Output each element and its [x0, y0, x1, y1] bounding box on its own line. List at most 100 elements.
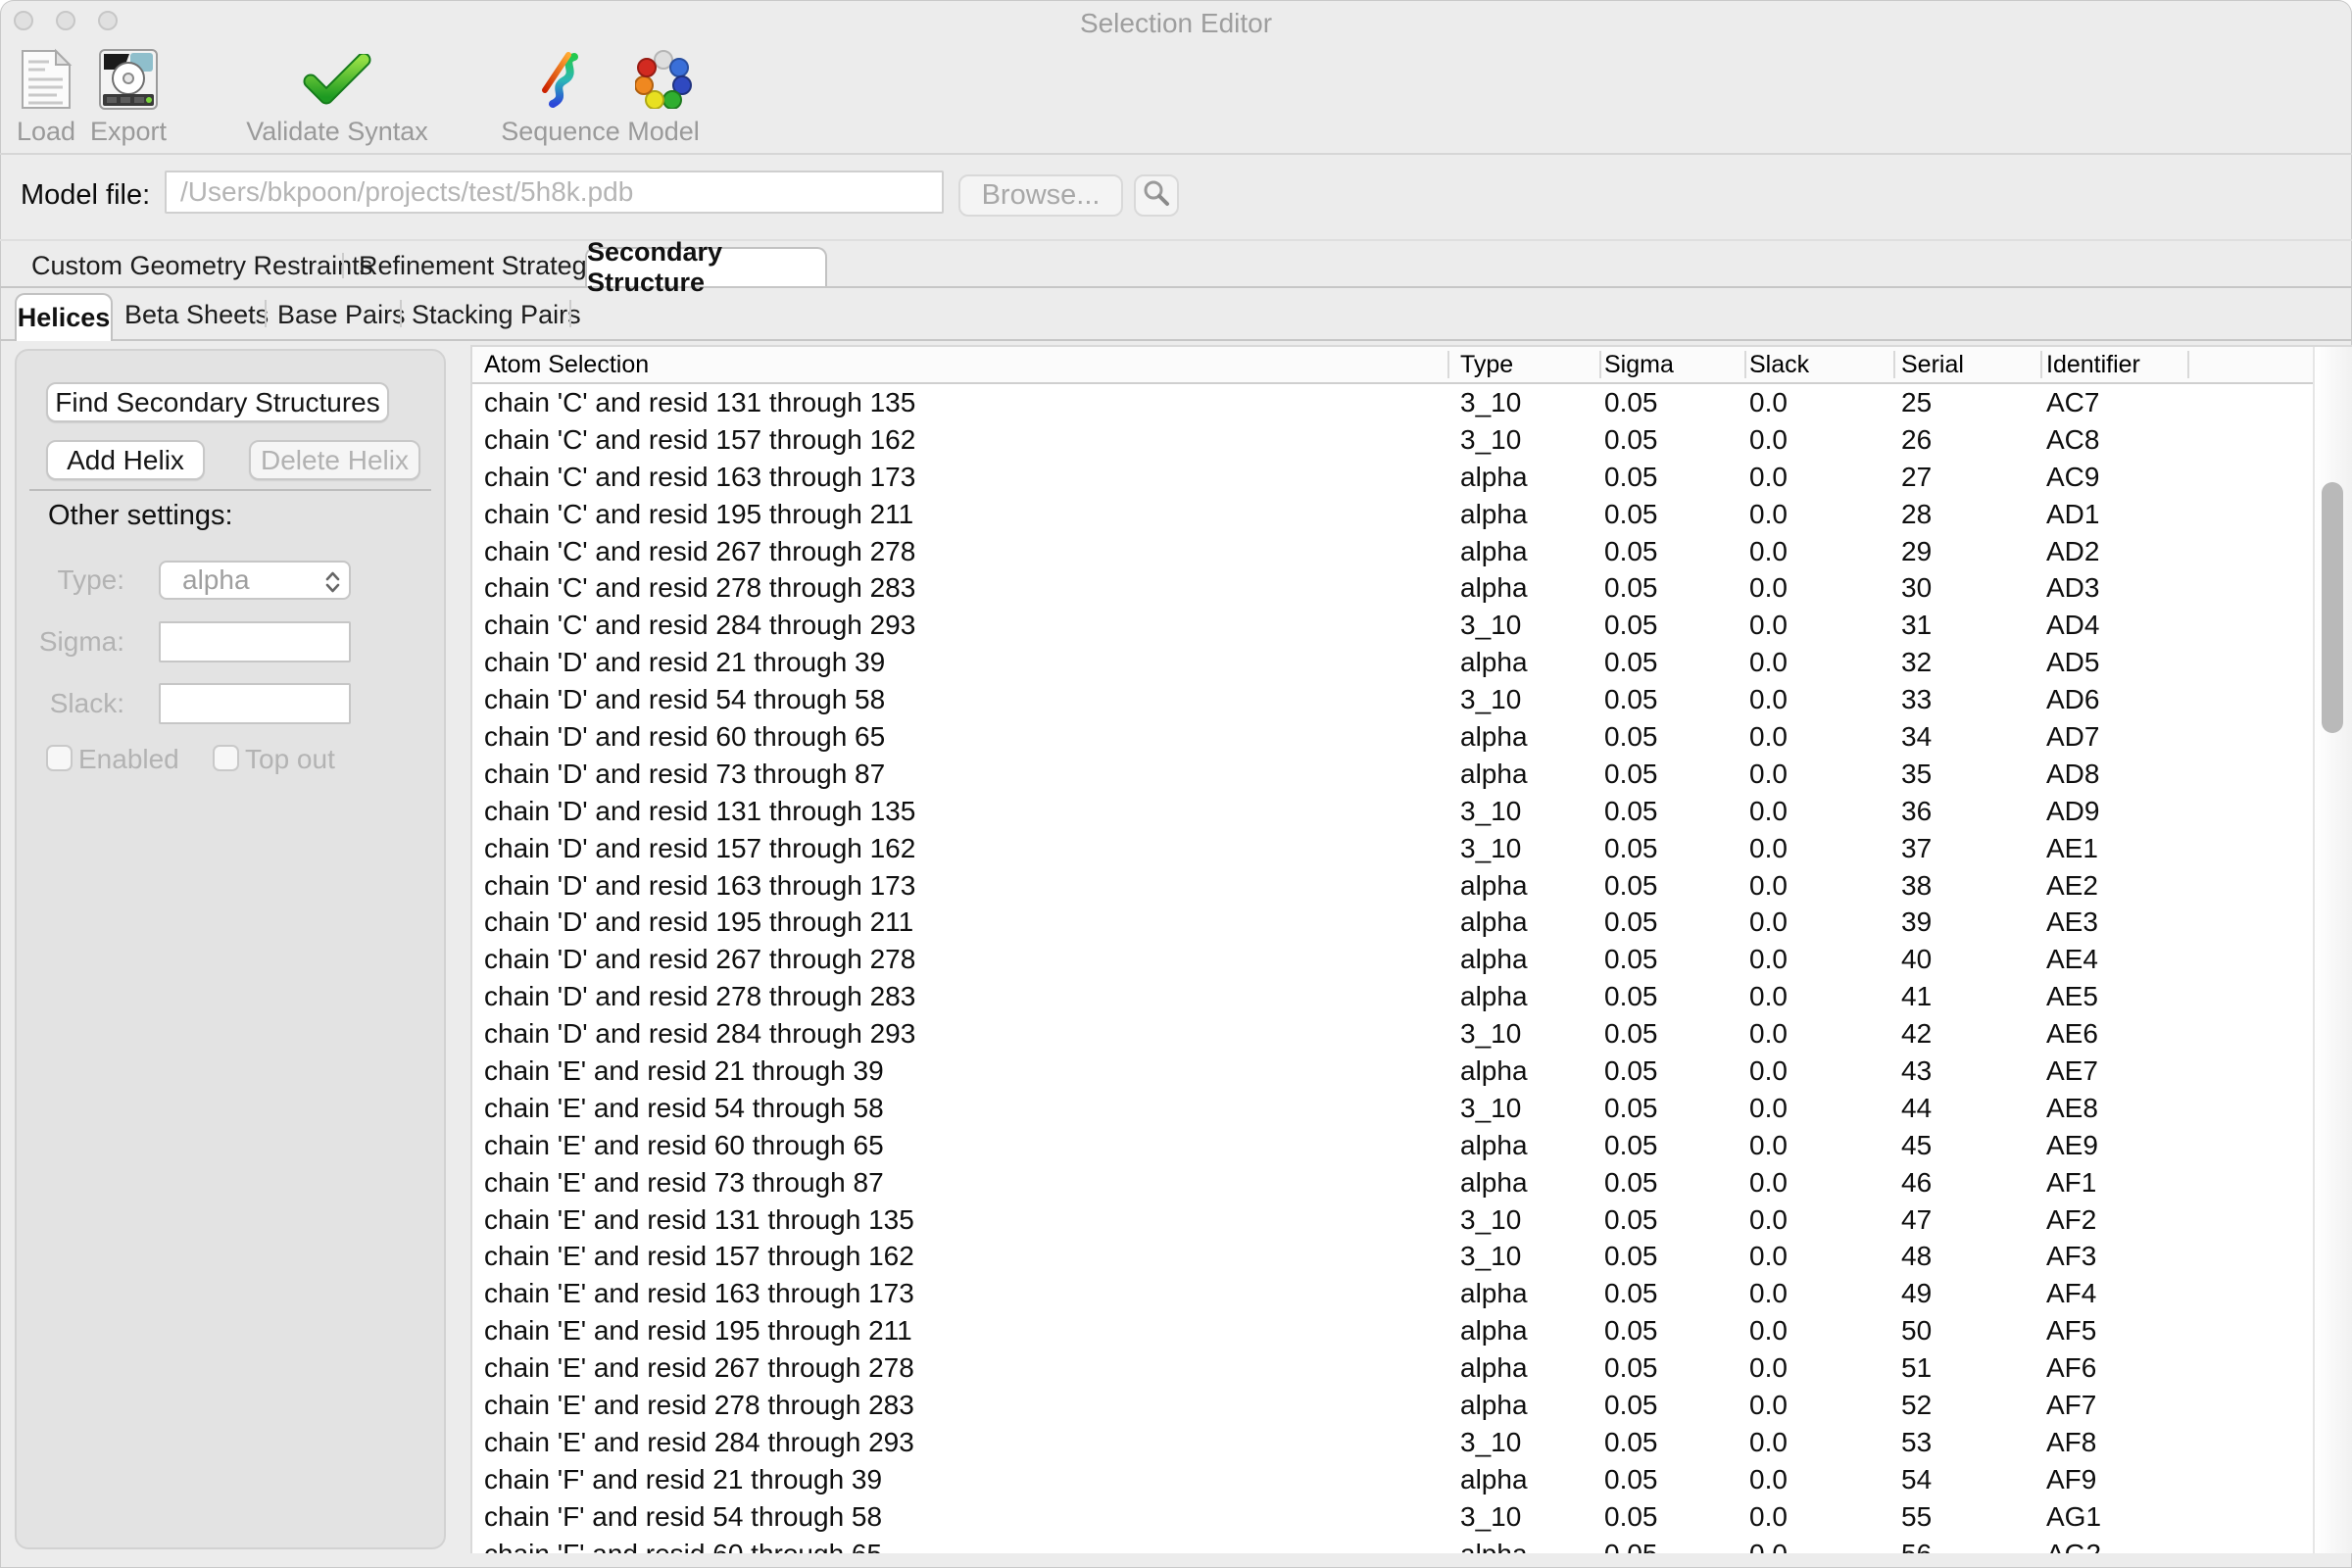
cell-selection: chain 'D' and resid 54 through 58 — [484, 681, 885, 718]
column-divider[interactable] — [1893, 351, 1895, 378]
vertical-scrollbar[interactable] — [2313, 347, 2352, 1553]
tab-custom-geometry-restraints[interactable]: Custom Geometry Restraints — [31, 245, 372, 286]
table-row[interactable]: chain 'D' and resid 278 through 283alpha… — [472, 978, 2313, 1015]
table-row[interactable]: chain 'E' and resid 267 through 278alpha… — [472, 1349, 2313, 1387]
column-divider[interactable] — [1599, 351, 1601, 378]
table-row[interactable]: chain 'E' and resid 60 through 65alpha0.… — [472, 1127, 2313, 1164]
table-row[interactable]: chain 'D' and resid 54 through 583_100.0… — [472, 681, 2313, 718]
model-button[interactable]: Model — [627, 45, 700, 147]
table-row[interactable]: chain 'E' and resid 163 through 173alpha… — [472, 1275, 2313, 1312]
cell-type: alpha — [1460, 756, 1528, 793]
cell-selection: chain 'C' and resid 163 through 173 — [484, 459, 915, 496]
column-header-serial[interactable]: Serial — [1901, 347, 1964, 382]
column-divider[interactable] — [1744, 351, 1746, 378]
subtab-base-pairs[interactable]: Base Pairs — [277, 294, 406, 335]
table-row[interactable]: chain 'E' and resid 21 through 39alpha0.… — [472, 1053, 2313, 1090]
tab-refinement-strategy[interactable]: Refinement Strategy — [359, 245, 600, 286]
table-row[interactable]: chain 'C' and resid 195 through 211alpha… — [472, 496, 2313, 533]
column-header-type[interactable]: Type — [1460, 347, 1513, 382]
column-header-sigma[interactable]: Sigma — [1604, 347, 1674, 382]
cell-serial: 54 — [1901, 1461, 1932, 1498]
subtab-beta-sheets[interactable]: Beta Sheets — [124, 294, 269, 335]
add-helix-label: Add Helix — [67, 445, 184, 476]
table-row[interactable]: chain 'E' and resid 157 through 1623_100… — [472, 1238, 2313, 1275]
cell-identifier: AE9 — [2046, 1127, 2098, 1164]
load-button[interactable]: Load — [16, 45, 76, 147]
export-button[interactable]: Export — [94, 45, 163, 147]
table-row[interactable]: chain 'F' and resid 60 through 65alpha0.… — [472, 1536, 2313, 1553]
cell-type: alpha — [1460, 1536, 1528, 1553]
table-row[interactable]: chain 'D' and resid 163 through 173alpha… — [472, 867, 2313, 905]
column-header-slack[interactable]: Slack — [1749, 347, 1809, 382]
table-row[interactable]: chain 'F' and resid 54 through 583_100.0… — [472, 1498, 2313, 1536]
cell-selection: chain 'D' and resid 278 through 283 — [484, 978, 915, 1015]
table-row[interactable]: chain 'E' and resid 278 through 283alpha… — [472, 1387, 2313, 1424]
cell-sigma: 0.05 — [1604, 1164, 1658, 1201]
cell-sigma: 0.05 — [1604, 1536, 1658, 1553]
subtab-stacking-pairs[interactable]: Stacking Pairs — [412, 294, 581, 335]
cell-serial: 55 — [1901, 1498, 1932, 1536]
table-row[interactable]: chain 'D' and resid 157 through 1623_100… — [472, 830, 2313, 867]
cell-type: 3_10 — [1460, 384, 1521, 421]
cell-identifier: AF7 — [2046, 1387, 2096, 1424]
cell-selection: chain 'E' and resid 267 through 278 — [484, 1349, 914, 1387]
table-row[interactable]: chain 'C' and resid 163 through 173alpha… — [472, 459, 2313, 496]
column-divider[interactable] — [1447, 351, 1449, 378]
scrollbar-thumb[interactable] — [2322, 482, 2343, 733]
table-row[interactable]: chain 'D' and resid 21 through 39alpha0.… — [472, 644, 2313, 681]
table-row[interactable]: chain 'D' and resid 267 through 278alpha… — [472, 941, 2313, 978]
table-row[interactable]: chain 'D' and resid 284 through 2933_100… — [472, 1015, 2313, 1053]
table-header: Atom Selection Type Sigma Slack Serial I… — [472, 347, 2313, 384]
column-divider[interactable] — [2040, 351, 2042, 378]
subtab-helices[interactable]: Helices — [15, 293, 113, 341]
table-row[interactable]: chain 'C' and resid 284 through 2933_100… — [472, 607, 2313, 644]
table-row[interactable]: chain 'E' and resid 284 through 2933_100… — [472, 1424, 2313, 1461]
column-header-identifier[interactable]: Identifier — [2046, 347, 2140, 382]
table-row[interactable]: chain 'E' and resid 195 through 211alpha… — [472, 1312, 2313, 1349]
sequence-button[interactable]: Sequence — [502, 45, 619, 147]
tab-secondary-structure[interactable]: Secondary Structure — [585, 247, 827, 286]
validate-syntax-button[interactable]: Validate Syntax — [253, 45, 421, 147]
table-row[interactable]: chain 'C' and resid 157 through 1623_100… — [472, 421, 2313, 459]
cell-sigma: 0.05 — [1604, 1275, 1658, 1312]
cell-selection: chain 'E' and resid 21 through 39 — [484, 1053, 884, 1090]
cell-serial: 45 — [1901, 1127, 1932, 1164]
table-row[interactable]: chain 'E' and resid 73 through 87alpha0.… — [472, 1164, 2313, 1201]
cell-selection: chain 'D' and resid 163 through 173 — [484, 867, 915, 905]
cell-slack: 0.0 — [1749, 941, 1788, 978]
cell-identifier: AD7 — [2046, 718, 2099, 756]
column-header-atom-selection[interactable]: Atom Selection — [484, 347, 649, 382]
add-helix-button[interactable]: Add Helix — [46, 440, 205, 480]
cell-serial: 29 — [1901, 533, 1932, 570]
top-out-checkbox[interactable] — [213, 745, 239, 771]
slack-field[interactable] — [159, 683, 351, 724]
delete-helix-button[interactable]: Delete Helix — [249, 440, 420, 480]
table-row[interactable]: chain 'C' and resid 278 through 283alpha… — [472, 569, 2313, 607]
table-row[interactable]: chain 'E' and resid 131 through 1353_100… — [472, 1201, 2313, 1239]
model-file-input[interactable] — [165, 171, 944, 214]
cell-type: alpha — [1460, 533, 1528, 570]
cell-sigma: 0.05 — [1604, 1201, 1658, 1239]
table-row[interactable]: chain 'F' and resid 21 through 39alpha0.… — [472, 1461, 2313, 1498]
cell-type: alpha — [1460, 1275, 1528, 1312]
table-row[interactable]: chain 'D' and resid 195 through 211alpha… — [472, 904, 2313, 941]
browse-button[interactable]: Browse... — [958, 174, 1123, 217]
table-row[interactable]: chain 'D' and resid 131 through 1353_100… — [472, 793, 2313, 830]
table-row[interactable]: chain 'D' and resid 60 through 65alpha0.… — [472, 718, 2313, 756]
find-secondary-structures-button[interactable]: Find Secondary Structures — [46, 382, 389, 422]
cell-slack: 0.0 — [1749, 1275, 1788, 1312]
title-bar: Selection Editor — [0, 0, 2352, 43]
table-row[interactable]: chain 'C' and resid 267 through 278alpha… — [472, 533, 2313, 570]
type-dropdown[interactable]: alpha — [159, 561, 351, 600]
enabled-checkbox[interactable] — [46, 745, 73, 771]
type-dropdown-value: alpha — [182, 564, 250, 596]
cell-sigma: 0.05 — [1604, 830, 1658, 867]
table-row[interactable]: chain 'D' and resid 73 through 87alpha0.… — [472, 756, 2313, 793]
table-row[interactable]: chain 'C' and resid 131 through 1353_100… — [472, 384, 2313, 421]
magnifier-icon — [1143, 179, 1170, 212]
file-search-button[interactable] — [1134, 174, 1179, 217]
table-row[interactable]: chain 'E' and resid 54 through 583_100.0… — [472, 1090, 2313, 1127]
document-icon — [20, 46, 73, 113]
sigma-field[interactable] — [159, 621, 351, 662]
column-divider[interactable] — [2187, 351, 2189, 378]
